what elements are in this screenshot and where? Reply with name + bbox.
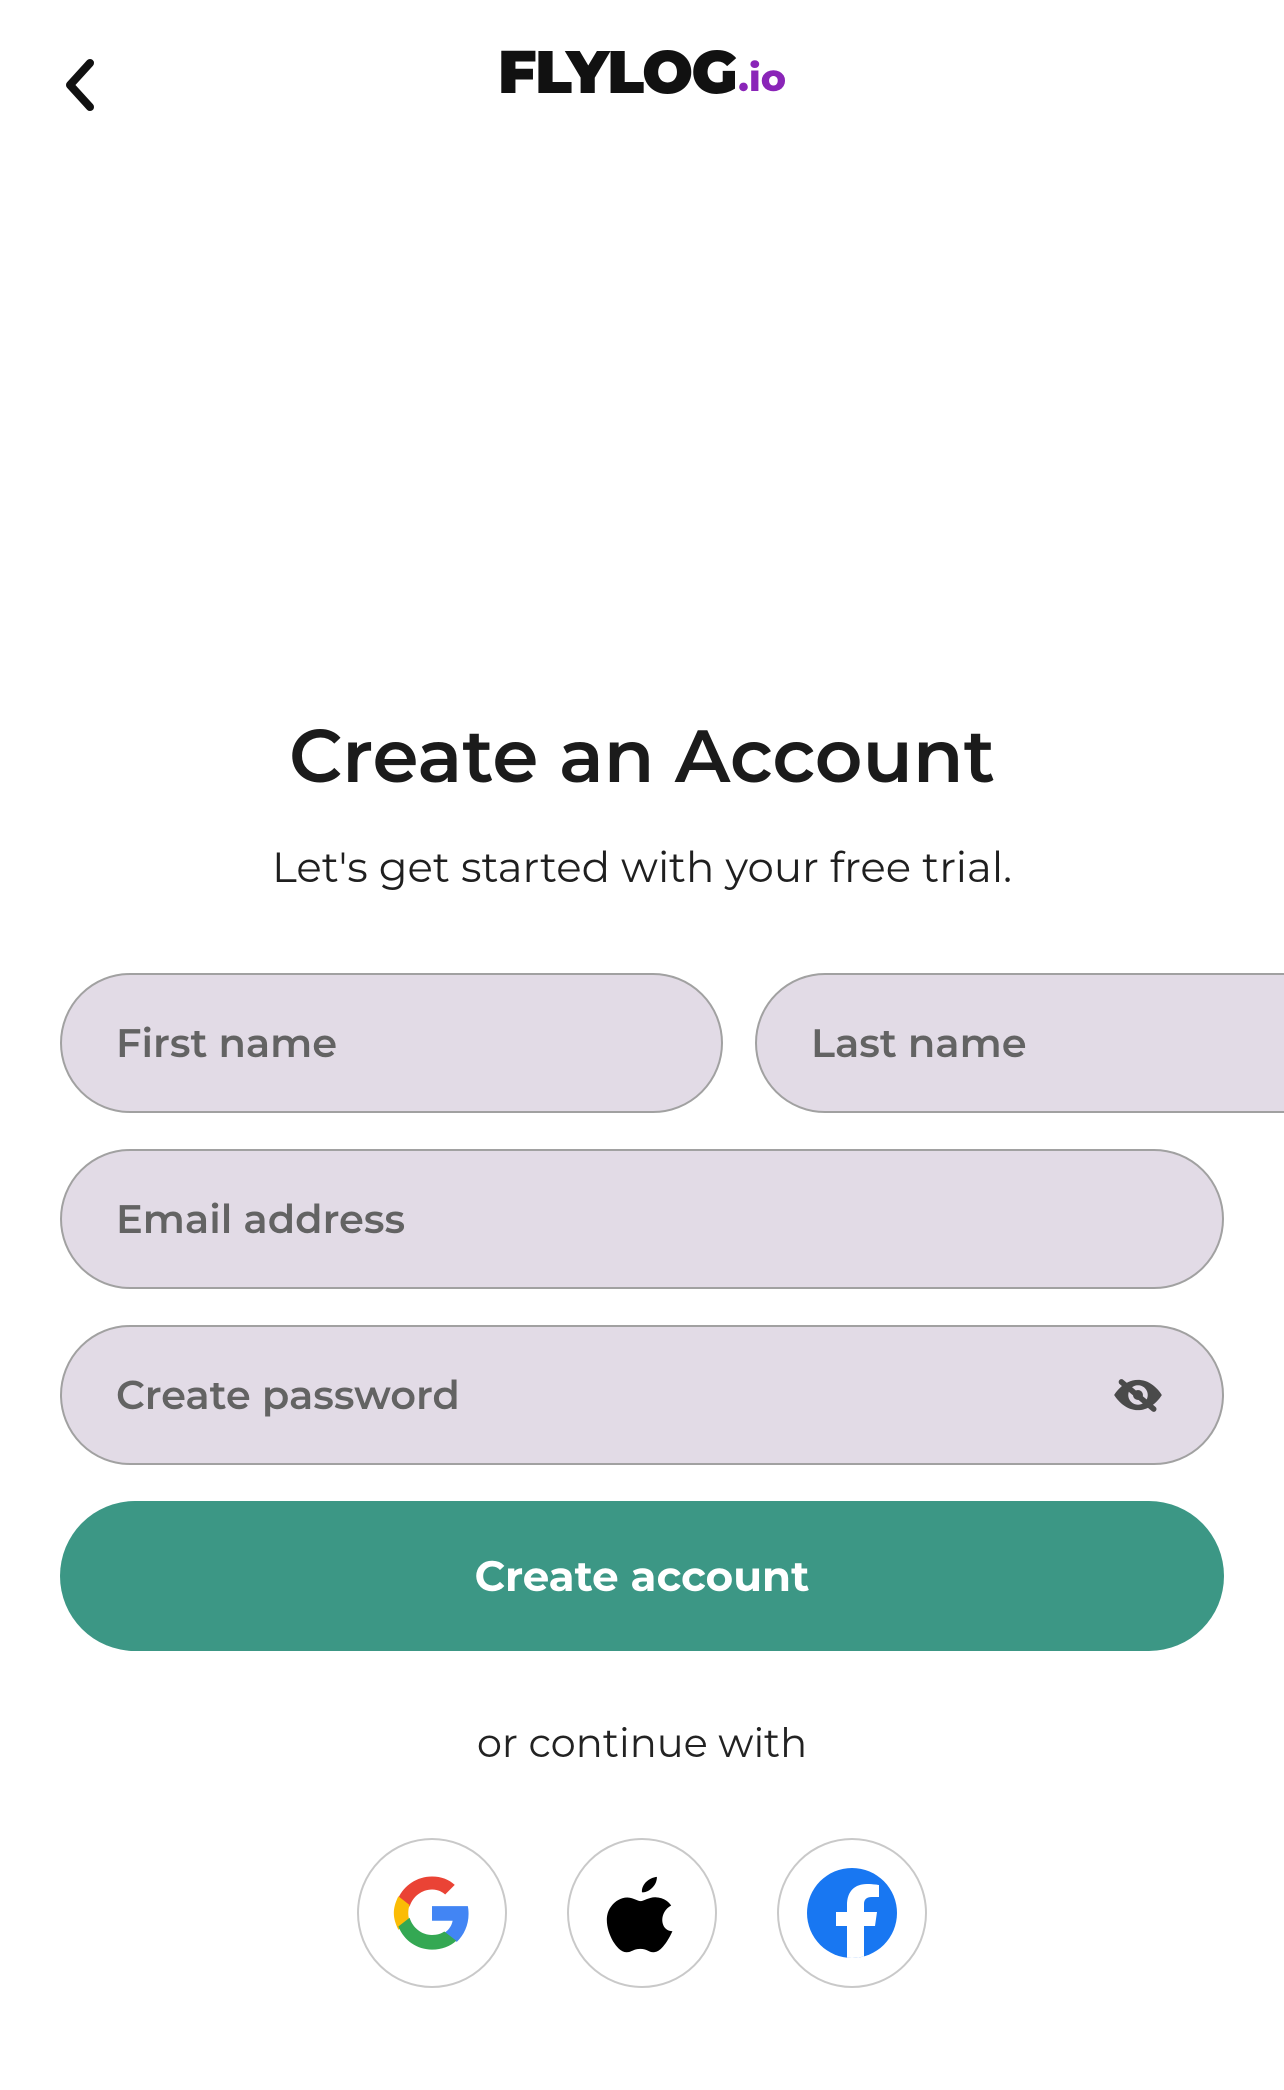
password-field-wrap[interactable] xyxy=(60,1325,1224,1465)
page-subtitle: Let's get started with your free trial. xyxy=(60,841,1224,893)
first-name-field-wrap[interactable] xyxy=(60,973,723,1113)
logo-text-suffix: .io xyxy=(736,59,786,103)
social-divider-text: or continue with xyxy=(60,1719,1224,1768)
toggle-password-visibility-button[interactable] xyxy=(1108,1365,1168,1425)
facebook-icon xyxy=(807,1868,897,1958)
apple-icon xyxy=(601,1872,683,1954)
back-button[interactable] xyxy=(50,50,110,120)
last-name-input[interactable] xyxy=(811,1019,1284,1068)
password-input[interactable] xyxy=(116,1371,1108,1420)
app-logo: FLYLOG .io xyxy=(498,43,786,103)
last-name-field-wrap[interactable] xyxy=(755,973,1284,1113)
continue-with-apple-button[interactable] xyxy=(567,1838,717,1988)
chevron-left-icon xyxy=(64,59,96,111)
create-account-button[interactable]: Create account xyxy=(60,1501,1224,1651)
eye-off-icon xyxy=(1112,1369,1164,1421)
email-field-wrap[interactable] xyxy=(60,1149,1224,1289)
social-login-row xyxy=(60,1838,1224,1988)
first-name-input[interactable] xyxy=(116,1019,667,1068)
email-input[interactable] xyxy=(116,1195,1168,1244)
signup-form: Create account or continue with xyxy=(60,973,1224,1988)
continue-with-google-button[interactable] xyxy=(357,1838,507,1988)
logo-text-main: FLYLOG xyxy=(498,43,736,103)
continue-with-facebook-button[interactable] xyxy=(777,1838,927,1988)
google-icon xyxy=(393,1874,471,1952)
page-title: Create an Account xyxy=(60,710,1224,801)
